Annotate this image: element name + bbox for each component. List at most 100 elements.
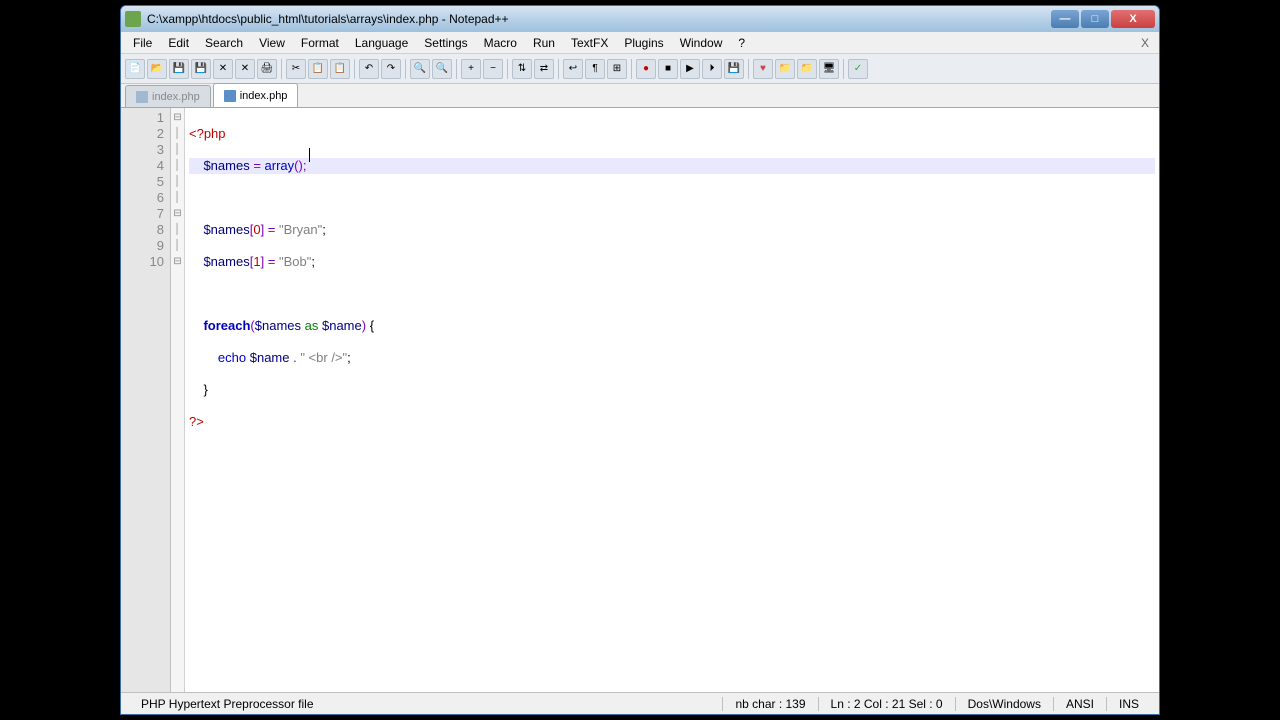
status-position: Ln : 2 Col : 21 Sel : 0 — [818, 697, 955, 711]
titlebar[interactable]: C:\xampp\htdocs\public_html\tutorials\ar… — [121, 6, 1159, 32]
save-all-icon[interactable]: 💾 — [191, 59, 211, 79]
status-encoding[interactable]: ANSI — [1053, 697, 1106, 711]
editor[interactable]: 1 2 3 4 5 6 7 8 9 10 ⊟ │ │ │ │ │ ⊟ │ │ ⊟… — [121, 108, 1159, 692]
code-line: $names[0] = "Bryan"; — [189, 222, 1155, 238]
menu-window[interactable]: Window — [672, 34, 731, 52]
code-line: <?php — [189, 126, 1155, 142]
paste-icon[interactable]: 📋 — [330, 59, 350, 79]
file-icon — [136, 91, 148, 103]
toolbar: 📄 📂 💾 💾 ✕ ✕ 🖨 ✂ 📋 📋 ↶ ↷ 🔍 🔍 + − ⇅ ⇄ ↩ ¶ … — [121, 54, 1159, 84]
print-icon[interactable]: 🖨 — [257, 59, 277, 79]
fold-line: │ — [171, 238, 184, 254]
code-line: $names = array(); — [189, 158, 1155, 174]
status-nbchar: nb char : 139 — [722, 697, 817, 711]
fold-line: │ — [171, 142, 184, 158]
play-icon[interactable]: ▶ — [680, 59, 700, 79]
play-multi-icon[interactable]: ⏵ — [702, 59, 722, 79]
fold-line: │ — [171, 174, 184, 190]
menu-language[interactable]: Language — [347, 34, 416, 52]
menu-file[interactable]: File — [125, 34, 160, 52]
wrap-icon[interactable]: ↩ — [563, 59, 583, 79]
bookmark-icon[interactable]: ♥ — [753, 59, 773, 79]
replace-icon[interactable]: 🔍 — [432, 59, 452, 79]
file-icon — [224, 90, 236, 102]
menu-settings[interactable]: Settings — [416, 34, 475, 52]
code-line — [189, 286, 1155, 302]
tab-active[interactable]: index.php — [213, 83, 299, 107]
code-line: foreach($names as $name) { — [189, 318, 1155, 334]
maximize-button[interactable]: □ — [1081, 10, 1109, 28]
line-num: 5 — [121, 174, 164, 190]
open-file-icon[interactable]: 📂 — [147, 59, 167, 79]
show-all-icon[interactable]: ¶ — [585, 59, 605, 79]
line-num: 8 — [121, 222, 164, 238]
fold-line: │ — [171, 222, 184, 238]
menu-view[interactable]: View — [251, 34, 293, 52]
monitor-icon[interactable]: 🖥 — [819, 59, 839, 79]
close-button[interactable]: X — [1111, 10, 1155, 28]
app-icon — [125, 11, 141, 27]
indent-guide-icon[interactable]: ⊞ — [607, 59, 627, 79]
record-icon[interactable]: ● — [636, 59, 656, 79]
tabbar: index.php index.php — [121, 84, 1159, 108]
line-num: 9 — [121, 238, 164, 254]
status-insert-mode[interactable]: INS — [1106, 697, 1151, 711]
find-icon[interactable]: 🔍 — [410, 59, 430, 79]
zoom-in-icon[interactable]: + — [461, 59, 481, 79]
fold-toggle-icon[interactable]: ⊟ — [171, 254, 184, 270]
new-file-icon[interactable]: 📄 — [125, 59, 145, 79]
code-line: } — [189, 382, 1155, 398]
line-num: 2 — [121, 126, 164, 142]
menu-help[interactable]: ? — [730, 34, 753, 52]
menubar: File Edit Search View Format Language Se… — [121, 32, 1159, 54]
status-filetype: PHP Hypertext Preprocessor file — [129, 697, 722, 711]
window-buttons: — □ X — [1051, 10, 1155, 28]
folder-icon[interactable]: 📁 — [797, 59, 817, 79]
code-area[interactable]: <?php $names = array(); $names[0] = "Bry… — [185, 108, 1159, 692]
menu-macro[interactable]: Macro — [476, 34, 525, 52]
tab-label: index.php — [240, 90, 288, 102]
sync-h-icon[interactable]: ⇄ — [534, 59, 554, 79]
close-file-icon[interactable]: ✕ — [213, 59, 233, 79]
code-line: ?> — [189, 414, 1155, 430]
sync-v-icon[interactable]: ⇅ — [512, 59, 532, 79]
zoom-out-icon[interactable]: − — [483, 59, 503, 79]
line-num: 3 — [121, 142, 164, 158]
minimize-button[interactable]: — — [1051, 10, 1079, 28]
close-all-icon[interactable]: ✕ — [235, 59, 255, 79]
check-icon[interactable]: ✓ — [848, 59, 868, 79]
copy-icon[interactable]: 📋 — [308, 59, 328, 79]
line-num: 10 — [121, 254, 164, 270]
statusbar: PHP Hypertext Preprocessor file nb char … — [121, 692, 1159, 714]
app-window: C:\xampp\htdocs\public_html\tutorials\ar… — [120, 5, 1160, 715]
tab-inactive[interactable]: index.php — [125, 85, 211, 107]
menu-run[interactable]: Run — [525, 34, 563, 52]
save-macro-icon[interactable]: 💾 — [724, 59, 744, 79]
line-number-gutter: 1 2 3 4 5 6 7 8 9 10 — [121, 108, 171, 692]
status-eol[interactable]: Dos\Windows — [955, 697, 1053, 711]
menu-search[interactable]: Search — [197, 34, 251, 52]
undo-icon[interactable]: ↶ — [359, 59, 379, 79]
menu-close-x[interactable]: X — [1135, 34, 1155, 52]
line-num: 1 — [121, 110, 164, 126]
redo-icon[interactable]: ↷ — [381, 59, 401, 79]
code-line — [189, 190, 1155, 206]
function-list-icon[interactable]: 📁 — [775, 59, 795, 79]
cut-icon[interactable]: ✂ — [286, 59, 306, 79]
code-line: echo $name . " <br />"; — [189, 350, 1155, 366]
line-num: 6 — [121, 190, 164, 206]
fold-line: │ — [171, 158, 184, 174]
line-num: 7 — [121, 206, 164, 222]
menu-plugins[interactable]: Plugins — [616, 34, 671, 52]
fold-column[interactable]: ⊟ │ │ │ │ │ ⊟ │ │ ⊟ — [171, 108, 185, 692]
menu-edit[interactable]: Edit — [160, 34, 197, 52]
fold-line: │ — [171, 190, 184, 206]
menu-format[interactable]: Format — [293, 34, 347, 52]
fold-line: │ — [171, 126, 184, 142]
fold-toggle-icon[interactable]: ⊟ — [171, 110, 184, 126]
stop-icon[interactable]: ■ — [658, 59, 678, 79]
save-icon[interactable]: 💾 — [169, 59, 189, 79]
fold-toggle-icon[interactable]: ⊟ — [171, 206, 184, 222]
line-num: 4 — [121, 158, 164, 174]
menu-textfx[interactable]: TextFX — [563, 34, 616, 52]
